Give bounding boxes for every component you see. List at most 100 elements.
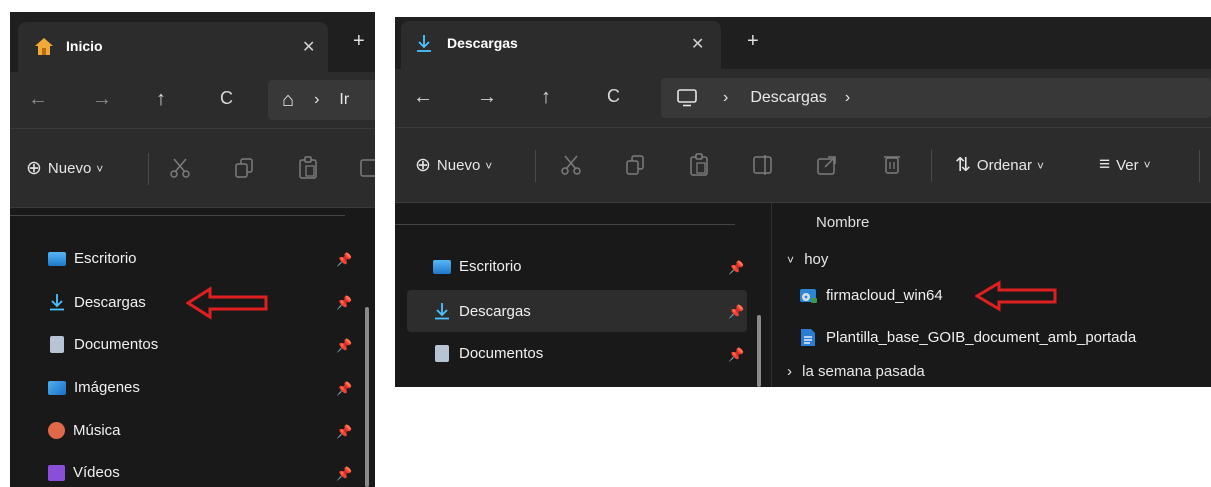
downloads-icon — [435, 303, 449, 320]
refresh-button[interactable]: C — [220, 88, 233, 109]
installer-icon — [800, 288, 817, 303]
navigation-bar: ← → ↑ C › Descargas › — [395, 69, 1211, 127]
chevron-down-icon: ˅ — [485, 158, 493, 173]
annotation-arrow-icon — [186, 286, 268, 320]
up-button[interactable]: ↑ — [156, 88, 166, 111]
up-button[interactable]: ↑ — [541, 86, 551, 109]
new-tab-button[interactable]: + — [353, 30, 365, 53]
navpane-item-escritorio[interactable]: Escritorio — [48, 250, 137, 267]
command-bar: ⊕ Nuevo ˅ ⇅ Ordenar ˅ ≡ Ver ˅ — [395, 127, 1211, 203]
breadcrumb-descargas[interactable]: Descargas — [750, 89, 826, 107]
word-document-icon — [801, 329, 815, 346]
breadcrumb-chevron: › — [314, 91, 320, 108]
copy-icon[interactable] — [234, 157, 254, 179]
navpane-label: Documentos — [459, 345, 544, 362]
new-button[interactable]: ⊕ Nuevo ˅ — [26, 157, 103, 180]
chevron-down-icon: ˅ — [96, 161, 104, 176]
navigation-bar: ← → ↑ C ⌂ › Ir — [10, 72, 375, 128]
column-header-name[interactable]: Nombre — [816, 214, 869, 231]
pin-icon[interactable]: 📌 — [336, 381, 352, 397]
file-explorer-window-downloads: Descargas ✕ + ← → ↑ C › Descargas › ⊕ Nu… — [395, 17, 1211, 387]
home-icon: ⌂ — [282, 88, 295, 111]
downloads-icon — [50, 294, 64, 311]
navpane-item-videos[interactable]: Vídeos — [48, 464, 120, 481]
group-label: hoy — [804, 251, 829, 268]
pin-icon[interactable]: 📌 — [336, 466, 352, 482]
navpane-label: Música — [73, 422, 121, 439]
home-icon — [35, 38, 53, 55]
new-tab-button[interactable]: + — [747, 30, 759, 53]
forward-button[interactable]: → — [92, 88, 112, 111]
pane-splitter[interactable] — [771, 203, 772, 387]
share-icon[interactable] — [817, 154, 837, 176]
file-name: Plantilla_base_GOIB_document_amb_portada — [826, 329, 1137, 346]
navpane-label: Documentos — [74, 336, 159, 353]
group-header-today[interactable]: ˅ hoy — [787, 251, 828, 268]
breadcrumb-chevron: › — [723, 89, 729, 106]
pin-icon[interactable]: 📌 — [336, 295, 352, 311]
sort-label: Ordenar — [976, 157, 1032, 174]
group-header-last-week[interactable]: › la semana pasada — [787, 363, 925, 380]
new-label: Nuevo — [436, 157, 481, 174]
navpane-item-musica[interactable]: Música — [48, 422, 121, 439]
navpane-item-escritorio[interactable]: Escritorio — [433, 258, 522, 275]
rename-icon[interactable] — [753, 154, 773, 176]
downloads-icon — [417, 35, 431, 52]
cut-icon[interactable] — [561, 154, 581, 176]
new-label: Nuevo — [47, 160, 92, 177]
close-tab-icon[interactable]: ✕ — [302, 37, 315, 57]
back-button[interactable]: ← — [28, 88, 48, 111]
documents-folder-icon — [50, 336, 64, 353]
copy-icon[interactable] — [625, 154, 645, 176]
new-button[interactable]: ⊕ Nuevo ˅ — [415, 154, 492, 177]
rename-icon[interactable] — [360, 157, 375, 179]
toolbar-separator — [1199, 150, 1200, 182]
paste-icon[interactable] — [689, 153, 709, 177]
navpane-scrollbar[interactable] — [757, 315, 761, 387]
delete-icon[interactable] — [883, 153, 901, 175]
address-bar[interactable]: › Descargas › — [661, 78, 1211, 118]
breadcrumb-chevron[interactable]: › — [845, 89, 850, 107]
navpane-label: Escritorio — [459, 258, 522, 275]
pictures-folder-icon — [48, 380, 66, 395]
pin-icon[interactable]: 📌 — [336, 424, 352, 440]
pin-icon[interactable]: 📌 — [728, 260, 744, 276]
navpane-item-descargas-selected[interactable]: Descargas — [407, 290, 747, 332]
navpane-scrollbar[interactable] — [365, 307, 369, 487]
toolbar-separator — [931, 150, 932, 182]
navpane-item-imagenes[interactable]: Imágenes — [48, 379, 140, 396]
view-button[interactable]: ≡ Ver ˅ — [1099, 154, 1151, 176]
chevron-down-icon: ˅ — [1143, 158, 1151, 172]
navpane-item-documentos[interactable]: Documentos — [433, 345, 543, 362]
navpane-label: Escritorio — [74, 250, 137, 267]
plus-circle-icon: ⊕ — [26, 158, 42, 179]
tab-title: Descargas — [447, 35, 518, 51]
close-tab-icon[interactable]: ✕ — [691, 34, 704, 54]
pin-icon[interactable]: 📌 — [728, 347, 744, 363]
pin-icon[interactable]: 📌 — [728, 304, 744, 320]
cut-icon[interactable] — [170, 157, 190, 179]
back-button[interactable]: ← — [413, 86, 433, 109]
navpane-label: Descargas — [74, 293, 146, 311]
file-row[interactable]: Plantilla_base_GOIB_document_amb_portada — [800, 328, 1136, 347]
paste-icon[interactable] — [298, 156, 318, 180]
sort-button[interactable]: ⇅ Ordenar ˅ — [955, 154, 1044, 177]
refresh-button[interactable]: C — [607, 86, 620, 107]
address-bar[interactable]: ⌂ › Ir — [268, 80, 375, 120]
breadcrumb-item[interactable]: Ir — [339, 91, 349, 109]
navpane-item-documentos[interactable]: Documentos — [48, 336, 158, 353]
pin-icon[interactable]: 📌 — [336, 252, 352, 268]
file-row[interactable]: firmacloud_win64 — [800, 287, 943, 304]
tab-inicio[interactable]: Inicio ✕ — [18, 22, 328, 72]
chevron-down-icon: ˅ — [787, 253, 795, 267]
toolbar-separator — [148, 153, 149, 185]
toolbar-separator — [535, 150, 536, 182]
documents-folder-icon — [435, 345, 449, 362]
navpane-item-descargas[interactable]: Descargas — [48, 293, 146, 311]
annotation-arrow-icon — [975, 280, 1057, 312]
sort-icon: ⇅ — [955, 155, 971, 176]
this-pc-icon — [677, 89, 697, 107]
pin-icon[interactable]: 📌 — [336, 338, 352, 354]
forward-button[interactable]: → — [477, 86, 497, 109]
tab-descargas[interactable]: Descargas ✕ — [401, 21, 721, 69]
